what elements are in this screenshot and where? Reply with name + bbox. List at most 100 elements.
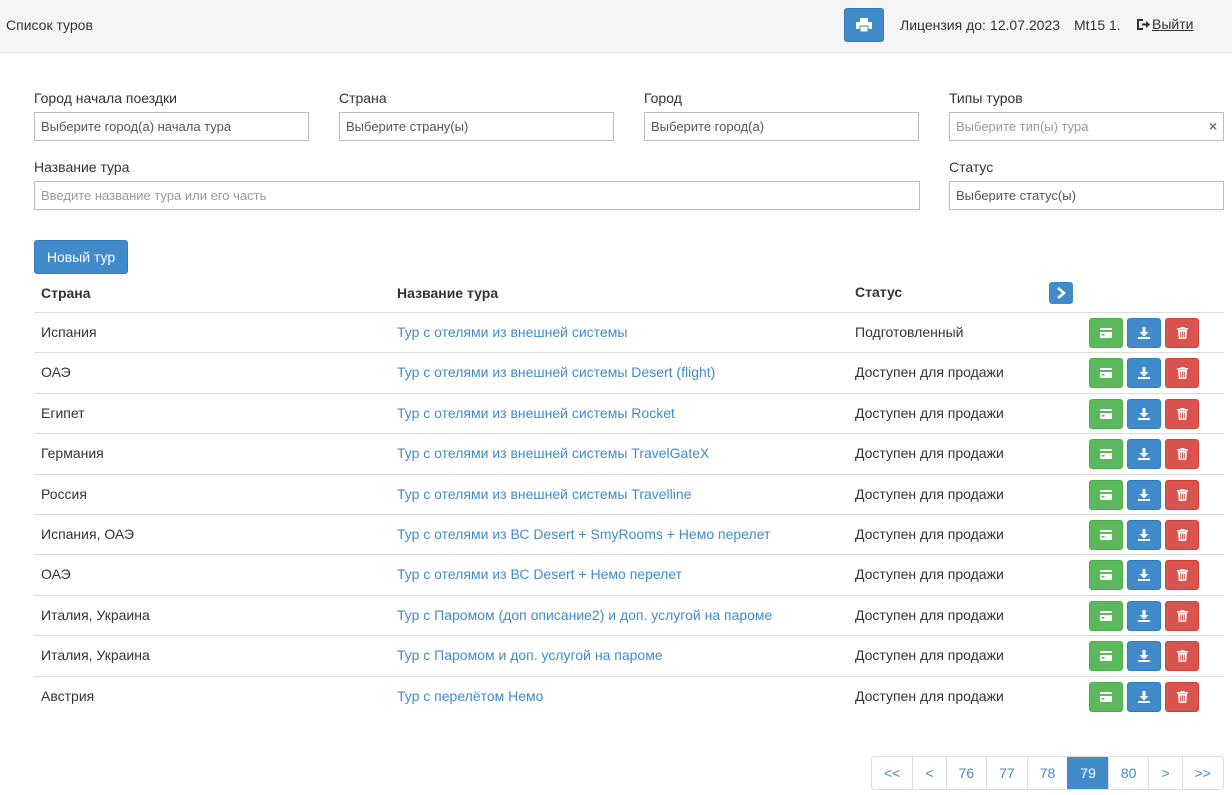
page-link[interactable]: << bbox=[872, 757, 913, 789]
download-tour-button[interactable] bbox=[1127, 681, 1161, 712]
page-link[interactable]: > bbox=[1148, 757, 1182, 789]
user-name: Mt15 1. bbox=[1074, 17, 1121, 33]
cell-country: Италия, Украина bbox=[41, 606, 150, 623]
download-tour-button[interactable] bbox=[1127, 358, 1161, 389]
page-link[interactable]: 76 bbox=[945, 757, 987, 789]
delete-tour-button[interactable] bbox=[1165, 681, 1199, 712]
next-columns-button[interactable] bbox=[1049, 282, 1073, 304]
download-tour-button[interactable] bbox=[1127, 519, 1161, 550]
cell-status: Доступен для продажи bbox=[855, 485, 1004, 502]
sell-tour-button[interactable] bbox=[1089, 560, 1123, 591]
table-row: Испания Тур с отелями из внешней системы П… bbox=[34, 312, 1224, 352]
license-date: 12.07.2023 bbox=[989, 17, 1061, 33]
sell-tour-button[interactable] bbox=[1089, 439, 1123, 470]
delete-tour-button[interactable] bbox=[1165, 560, 1199, 591]
download-icon bbox=[1138, 690, 1150, 703]
table-row: Италия, Украина Тур с Паромом и доп. услу… bbox=[34, 635, 1224, 675]
download-icon bbox=[1138, 448, 1150, 461]
cell-status: Доступен для продажи bbox=[855, 525, 1004, 542]
sell-tour-button[interactable] bbox=[1089, 641, 1123, 672]
trash-icon bbox=[1176, 407, 1188, 420]
table-row: ОАЭ Тур с отелями из внешней системы Dese… bbox=[34, 352, 1224, 392]
tour-name-link[interactable]: Тур с отелями из ВС Desert + Немо переле… bbox=[397, 566, 682, 582]
download-icon bbox=[1138, 367, 1150, 380]
credit-card-icon bbox=[1100, 570, 1112, 581]
page-link[interactable]: 79 bbox=[1067, 757, 1108, 789]
logout-link[interactable]: Выйти bbox=[1136, 16, 1193, 32]
sell-tour-button[interactable] bbox=[1089, 358, 1123, 389]
credit-card-icon bbox=[1100, 529, 1112, 540]
tour-name-link[interactable]: Тур с отелями из внешней системы TravelG… bbox=[397, 445, 709, 461]
city-label: Город bbox=[644, 90, 682, 106]
download-tour-button[interactable] bbox=[1127, 600, 1161, 631]
table-row: Египет Тур с отелями из внешней системы R… bbox=[34, 392, 1224, 433]
table-row: ОАЭ Тур с отелями из ВС Desert + Немо пер… bbox=[34, 554, 1224, 594]
delete-tour-button[interactable] bbox=[1165, 479, 1199, 510]
new-tour-button[interactable]: Новый тур bbox=[34, 240, 128, 274]
download-icon bbox=[1138, 650, 1150, 663]
tour-types-select[interactable] bbox=[949, 112, 1224, 141]
download-tour-button[interactable] bbox=[1127, 560, 1161, 591]
table-row: Германия Тур с отелями из внешней системы… bbox=[34, 433, 1224, 473]
trash-icon bbox=[1176, 327, 1188, 339]
delete-tour-button[interactable] bbox=[1165, 439, 1199, 470]
country-select[interactable] bbox=[339, 112, 614, 141]
sell-tour-button[interactable] bbox=[1089, 681, 1123, 712]
cell-country: Австрия bbox=[41, 687, 95, 704]
print-button[interactable] bbox=[844, 8, 884, 42]
column-header-country: Страна bbox=[41, 285, 91, 301]
delete-tour-button[interactable] bbox=[1165, 398, 1199, 429]
city-select[interactable] bbox=[644, 112, 919, 141]
delete-tour-button[interactable] bbox=[1165, 641, 1199, 672]
print-icon bbox=[856, 18, 872, 32]
page-link[interactable]: 78 bbox=[1026, 757, 1068, 789]
page-link[interactable]: 77 bbox=[986, 757, 1027, 789]
download-tour-button[interactable] bbox=[1127, 398, 1161, 429]
sell-tour-button[interactable] bbox=[1089, 600, 1123, 631]
tour-name-link[interactable]: Тур с отелями из внешней системы Desert … bbox=[397, 364, 715, 380]
credit-card-icon bbox=[1100, 691, 1112, 702]
tour-name-link[interactable]: Тур с Паромом и доп. услугой на пароме bbox=[397, 647, 663, 663]
download-icon bbox=[1138, 528, 1150, 541]
trash-icon bbox=[1176, 528, 1188, 541]
sell-tour-button[interactable] bbox=[1089, 318, 1123, 348]
status-label: Статус bbox=[949, 159, 994, 175]
credit-card-icon bbox=[1100, 489, 1112, 500]
download-icon bbox=[1138, 488, 1150, 501]
page-link[interactable]: < bbox=[912, 757, 946, 789]
status-select[interactable] bbox=[949, 181, 1224, 210]
download-tour-button[interactable] bbox=[1127, 479, 1161, 510]
tour-name-link[interactable]: Тур с перелётом Немо bbox=[397, 688, 543, 704]
tour-name-link[interactable]: Тур с Паромом (доп описание2) и доп. усл… bbox=[397, 607, 772, 623]
departure-city-label: Город начала поездки bbox=[34, 90, 177, 106]
page-link[interactable]: 80 bbox=[1107, 757, 1149, 789]
delete-tour-button[interactable] bbox=[1165, 358, 1199, 389]
delete-tour-button[interactable] bbox=[1165, 318, 1199, 348]
table-row: Италия, Украина Тур с Паромом (доп описан… bbox=[34, 594, 1224, 635]
credit-card-icon bbox=[1100, 368, 1112, 379]
trash-icon bbox=[1176, 367, 1188, 380]
tours-table-body: Испания Тур с отелями из внешней системы П… bbox=[34, 312, 1224, 716]
column-header-name: Название тура bbox=[397, 285, 499, 301]
download-tour-button[interactable] bbox=[1127, 641, 1161, 672]
sell-tour-button[interactable] bbox=[1089, 479, 1123, 510]
tour-name-input[interactable] bbox=[34, 181, 920, 210]
cell-country: ОАЭ bbox=[41, 566, 71, 583]
cell-country: Германия bbox=[41, 445, 104, 462]
download-tour-button[interactable] bbox=[1127, 439, 1161, 470]
page-link[interactable]: >> bbox=[1181, 757, 1223, 789]
country-label: Страна bbox=[339, 90, 387, 106]
delete-tour-button[interactable] bbox=[1165, 600, 1199, 631]
sell-tour-button[interactable] bbox=[1089, 398, 1123, 429]
tour-name-link[interactable]: Тур с отелями из внешней системы Travell… bbox=[397, 486, 691, 502]
clear-tour-types-icon[interactable]: × bbox=[1209, 118, 1217, 134]
trash-icon bbox=[1176, 448, 1188, 461]
departure-city-select[interactable] bbox=[34, 112, 309, 141]
logout-label: Выйти bbox=[1152, 16, 1194, 32]
tour-name-link[interactable]: Тур с отелями из внешней системы bbox=[397, 324, 627, 340]
tour-name-link[interactable]: Тур с отелями из ВС Desert + SmyRooms + … bbox=[397, 526, 770, 542]
delete-tour-button[interactable] bbox=[1165, 519, 1199, 550]
download-tour-button[interactable] bbox=[1127, 318, 1161, 348]
tour-name-link[interactable]: Тур с отелями из внешней системы Rocket bbox=[397, 405, 675, 421]
sell-tour-button[interactable] bbox=[1089, 519, 1123, 550]
